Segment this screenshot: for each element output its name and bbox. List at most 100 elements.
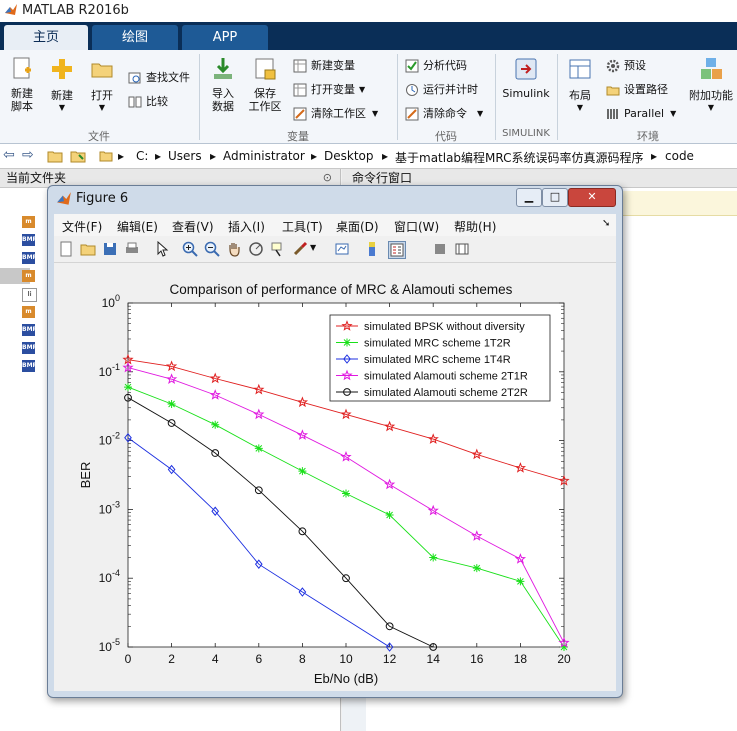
bmp-file-icon[interactable]: BMP <box>22 360 37 372</box>
menu-edit[interactable]: 编辑(E) <box>117 218 158 235</box>
tab-home[interactable]: 主页 <box>4 25 88 50</box>
menu-tools[interactable]: 工具(T) <box>282 218 323 235</box>
menu-window[interactable]: 窗口(W) <box>394 218 439 235</box>
breadcrumb-item[interactable]: Users <box>168 149 202 163</box>
bmp-file-icon[interactable]: BMP <box>22 252 37 264</box>
new-figure-icon[interactable] <box>58 241 74 257</box>
breadcrumb-item[interactable]: Desktop <box>324 149 374 163</box>
save-workspace-icon <box>255 58 276 80</box>
ber-chart[interactable]: Comparison of performance of MRC & Alamo… <box>54 263 616 691</box>
menu-help[interactable]: 帮助(H) <box>454 218 496 235</box>
bmp-file-icon[interactable]: BMP <box>22 342 37 354</box>
text-file-icon[interactable]: li <box>22 288 37 302</box>
breadcrumb-separator: ▸ <box>155 149 162 163</box>
zoom-in-icon[interactable] <box>182 241 198 257</box>
menu-view[interactable]: 查看(V) <box>172 218 214 235</box>
breadcrumb-item[interactable]: C: <box>136 149 148 163</box>
chevron-down-icon[interactable]: ▼ <box>310 243 316 252</box>
menu-desktop[interactable]: 桌面(D) <box>336 218 379 235</box>
set-path-button[interactable]: 设置路径 <box>606 81 668 99</box>
link-plot-icon[interactable] <box>334 241 350 257</box>
clear-workspace-label: 清除工作区 <box>311 107 366 120</box>
up-folder-icon[interactable] <box>47 149 63 163</box>
breadcrumb-item[interactable]: code <box>665 149 694 163</box>
data-point-marker <box>472 564 481 573</box>
analyze-code-icon <box>405 59 419 73</box>
save-icon[interactable] <box>102 241 118 257</box>
simulink-button[interactable]: Simulink <box>500 56 552 100</box>
minimize-button[interactable]: ▁ <box>516 188 542 207</box>
pointer-icon[interactable] <box>154 241 170 257</box>
hide-plot-tools-icon[interactable] <box>432 241 448 257</box>
find-files-icon <box>128 72 141 84</box>
group-label-simulink: SIMULINK <box>502 128 550 139</box>
rotate-3d-icon[interactable] <box>248 241 264 257</box>
save-workspace-button[interactable]: 保存 工作区 <box>246 56 284 113</box>
figure-menu-bar: 文件(F) 编辑(E) 查看(V) 插入(I) 工具(T) 桌面(D) 窗口(W… <box>54 214 616 236</box>
pan-hand-icon[interactable] <box>226 241 242 257</box>
breadcrumb-item[interactable]: 基于matlab编程MRC系统误码率仿真源码程序 <box>395 149 644 166</box>
zoom-out-icon[interactable] <box>204 241 220 257</box>
tab-apps[interactable]: APP <box>182 25 268 50</box>
new-button[interactable]: 新建 ▼ <box>44 56 80 112</box>
data-point-marker <box>167 400 176 409</box>
x-tick-label: 10 <box>339 652 353 666</box>
close-button[interactable]: ✕ <box>568 188 616 207</box>
new-variable-button[interactable]: 新建变量 <box>293 57 355 75</box>
clear-workspace-button[interactable]: 清除工作区 ▼ <box>293 105 378 123</box>
data-point-marker <box>124 383 132 392</box>
legend[interactable]: simulated BPSK without diversity simulate… <box>329 314 551 402</box>
new-script-button[interactable]: 新建 脚本 <box>4 56 40 113</box>
compare-button[interactable]: 比较 <box>128 93 168 111</box>
simulink-label: Simulink <box>502 87 550 100</box>
legend-icon[interactable] <box>388 241 406 259</box>
data-cursor-icon[interactable] <box>270 241 286 257</box>
data-point-marker <box>385 510 394 519</box>
m-file-icon[interactable]: m <box>22 306 35 318</box>
dock-arrow-icon[interactable]: ➘ <box>602 218 610 229</box>
open-button[interactable]: 打开 ▼ <box>84 56 120 112</box>
maximize-button[interactable]: □ <box>542 188 568 207</box>
print-icon[interactable] <box>124 241 140 257</box>
m-file-icon[interactable]: m <box>22 270 35 282</box>
open-variable-button[interactable]: 打开变量 ▼ <box>293 81 365 99</box>
figure-window[interactable]: Figure 6 ▁ □ ✕ 文件(F) 编辑(E) 查看(V) 插入(I) 工… <box>47 185 623 698</box>
add-ons-icon <box>701 58 722 79</box>
figure-toolbar: ▼ <box>54 236 616 263</box>
y-tick-label: 10-4 <box>99 568 120 585</box>
plus-icon <box>52 59 72 79</box>
folder-icon <box>99 151 113 162</box>
import-data-button[interactable]: 导入 数据 <box>206 56 240 113</box>
analyze-code-button[interactable]: 分析代码 <box>405 57 467 75</box>
brush-icon[interactable] <box>292 241 308 257</box>
group-label-file: 文件 <box>88 130 110 143</box>
open-file-icon[interactable] <box>80 241 96 257</box>
menu-insert[interactable]: 插入(I) <box>228 218 265 235</box>
layout-button[interactable]: 布局 ▼ <box>563 56 597 112</box>
x-tick-label: 16 <box>470 652 484 666</box>
clear-commands-button[interactable]: 清除命令 ▼ <box>405 105 483 123</box>
show-plot-tools-icon[interactable] <box>454 241 470 257</box>
find-files-button[interactable]: 查找文件 <box>128 69 190 87</box>
ribbon: 新建 脚本 新建 ▼ 打开 ▼ 查找文件 比较 文件 导入 数据 保存 工作区 … <box>0 50 737 144</box>
m-file-icon[interactable]: m <box>22 216 35 228</box>
bmp-file-icon[interactable]: BMP <box>22 324 37 336</box>
add-ons-button[interactable]: 附加功能 ▼ <box>688 56 734 112</box>
compare-icon <box>128 96 142 108</box>
browse-folder-icon[interactable] <box>70 149 86 163</box>
preferences-label: 预设 <box>624 59 646 72</box>
forward-arrow-icon[interactable]: ⇨ <box>22 147 34 163</box>
x-tick-label: 8 <box>299 652 306 666</box>
back-arrow-icon[interactable]: ⇦ <box>3 147 15 163</box>
tab-plots[interactable]: 绘图 <box>92 25 178 50</box>
run-and-time-button[interactable]: 运行并计时 <box>405 81 478 99</box>
breadcrumb-item[interactable]: Administrator <box>223 149 305 163</box>
save-workspace-label: 保存 工作区 <box>248 87 282 113</box>
bmp-file-icon[interactable]: BMP <box>22 234 37 246</box>
run-and-time-icon <box>406 84 418 96</box>
colorbar-icon[interactable] <box>364 241 380 257</box>
preferences-button[interactable]: 预设 <box>606 57 646 75</box>
parallel-button[interactable]: Parallel ▼ <box>606 105 676 123</box>
menu-file[interactable]: 文件(F) <box>62 218 102 235</box>
compare-label: 比较 <box>146 95 168 108</box>
